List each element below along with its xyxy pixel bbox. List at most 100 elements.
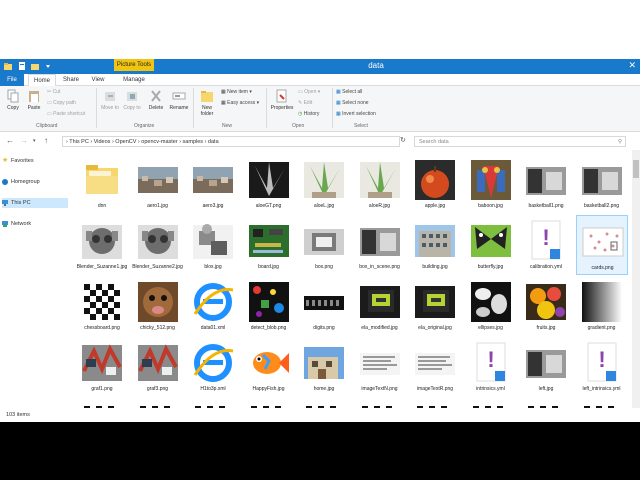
image-thumbnail	[80, 341, 124, 385]
new-folder-button[interactable]: New folder	[196, 89, 218, 117]
paste-button[interactable]: Paste	[25, 89, 43, 111]
search-input[interactable]: Search data ⚲	[414, 136, 626, 147]
select-none-button[interactable]: ▦ Select none	[336, 100, 369, 106]
nav-item-this-pc[interactable]: This PC	[2, 198, 68, 208]
file-item[interactable]: Blender_Suzanne1.jpg	[76, 215, 128, 275]
vertical-scrollbar[interactable]	[632, 150, 640, 408]
file-item[interactable]: aloeR.jpg	[354, 154, 406, 214]
file-item[interactable]: cards.png	[575, 215, 628, 275]
file-item[interactable]	[520, 398, 572, 408]
tab-file[interactable]: File	[0, 74, 24, 86]
up-arrow-icon[interactable]: ↑	[44, 136, 48, 145]
image-thumbnail	[136, 158, 180, 202]
properties-button[interactable]: Properties	[268, 89, 296, 111]
file-item[interactable]	[576, 398, 628, 408]
copy-to-button[interactable]: Copy to	[122, 89, 142, 111]
file-item[interactable]: box.png	[298, 215, 350, 275]
tab-home[interactable]: Home	[28, 74, 56, 86]
new-item-button[interactable]: ▦ New item ▾	[221, 89, 252, 95]
refresh-icon[interactable]: ↻	[400, 136, 406, 144]
move-to-button[interactable]: Move to	[100, 89, 120, 111]
file-item[interactable]	[187, 398, 239, 408]
file-item[interactable]	[465, 398, 517, 408]
close-icon[interactable]: ✕	[628, 60, 636, 71]
copy-path-button[interactable]: ▭ Copy path	[47, 100, 76, 106]
file-item[interactable]: aero3.jpg	[187, 154, 239, 214]
tab-view[interactable]: View	[86, 74, 110, 86]
navigation-pane: ★ Favorites Homegroup This PC Network	[0, 150, 72, 408]
file-name: detect_blob.png	[250, 325, 287, 331]
file-item[interactable]: baboon.jpg	[465, 154, 517, 214]
file-item[interactable]: ! intrinsics.yml	[465, 337, 517, 397]
scrollbar-thumb[interactable]	[633, 160, 639, 178]
nav-item-network[interactable]: Network	[2, 219, 68, 229]
tab-share[interactable]: Share	[58, 74, 84, 86]
file-item[interactable]: box_in_scene.png	[354, 215, 406, 275]
file-item[interactable]: data01.xml	[187, 276, 239, 336]
file-item[interactable]: graf1.png	[76, 337, 128, 397]
file-item[interactable]: aero1.jpg	[132, 154, 184, 214]
file-item[interactable]: dnn	[76, 154, 128, 214]
file-item[interactable]: digits.png	[298, 276, 350, 336]
file-item[interactable]: butterfly.jpg	[465, 215, 517, 275]
file-name: imageTextN.png	[361, 386, 398, 392]
recent-locations-chevron-icon[interactable]: ▾	[33, 138, 36, 144]
file-item[interactable]	[132, 398, 184, 408]
easy-access-button[interactable]: ▦ Easy access ▾	[221, 100, 259, 106]
history-button[interactable]: ◷ History	[298, 111, 319, 117]
file-item[interactable]: building.jpg	[409, 215, 461, 275]
item-count: 103 items	[6, 412, 30, 418]
file-item[interactable]: fruits.jpg	[520, 276, 572, 336]
breadcrumb[interactable]: › This PC › Videos › OpenCV › opencv-mas…	[62, 136, 400, 147]
file-item[interactable]: blox.jpg	[187, 215, 239, 275]
invert-selection-button[interactable]: ▦ Invert selection	[336, 111, 376, 117]
paste-shortcut-button[interactable]: ▭ Paste shortcut	[47, 111, 85, 117]
file-item[interactable]: basketball1.png	[520, 154, 572, 214]
file-item[interactable]: aloeL.jpg	[298, 154, 350, 214]
file-item[interactable]: board.jpg	[243, 215, 295, 275]
image-thumbnail	[581, 220, 625, 264]
file-name: butterfly.jpg	[477, 264, 504, 270]
rename-button[interactable]: Rename	[168, 89, 190, 111]
paste-icon	[29, 91, 39, 102]
file-item[interactable]: apple.jpg	[409, 154, 461, 214]
tab-manage[interactable]: Manage	[116, 74, 152, 86]
file-item[interactable]: ellipses.jpg	[465, 276, 517, 336]
file-item[interactable]: imageTextR.png	[409, 337, 461, 397]
edit-button[interactable]: ✎ Edit	[298, 100, 312, 106]
nav-item-homegroup[interactable]: Homegroup	[2, 177, 68, 187]
file-item[interactable]: home.jpg	[298, 337, 350, 397]
file-item[interactable]: ela_original.jpg	[409, 276, 461, 336]
file-item[interactable]: chicky_512.png	[132, 276, 184, 336]
back-arrow-icon[interactable]: ←	[6, 136, 14, 145]
nav-item-favorites[interactable]: ★ Favorites	[2, 156, 68, 166]
select-all-button[interactable]: ▦ Select all	[336, 89, 362, 95]
image-thumbnail	[358, 219, 402, 263]
file-item[interactable]: left.jpg	[520, 337, 572, 397]
file-item[interactable]: H1to3p.xml	[187, 337, 239, 397]
file-item[interactable]	[298, 398, 350, 408]
file-item[interactable]: chessboard.png	[76, 276, 128, 336]
forward-arrow-icon[interactable]: →	[20, 136, 28, 145]
file-item[interactable]: imageTextN.png	[354, 337, 406, 397]
file-item[interactable]	[76, 398, 128, 408]
file-item[interactable]: gradient.png	[576, 276, 628, 336]
delete-button[interactable]: Delete	[146, 89, 166, 111]
open-button[interactable]: ▭ Open ▾	[298, 89, 320, 95]
file-item[interactable]	[243, 398, 295, 408]
file-item[interactable]: ela_modified.jpg	[354, 276, 406, 336]
file-item[interactable]: ! left_intrinsics.yml	[576, 337, 628, 397]
cut-button[interactable]: ✂ Cut	[47, 89, 60, 95]
copy-button[interactable]: Copy	[4, 89, 22, 111]
file-item[interactable]: HappyFish.jpg	[243, 337, 295, 397]
file-name: fruits.jpg	[536, 325, 556, 331]
file-item[interactable]: ! calibration.yml	[520, 215, 572, 275]
file-item[interactable]: detect_blob.png	[243, 276, 295, 336]
file-item[interactable]	[354, 398, 406, 408]
file-item[interactable]: graf3.png	[132, 337, 184, 397]
file-item[interactable]: Blender_Suzanne2.jpg	[132, 215, 184, 275]
image-thumbnail	[469, 219, 513, 263]
file-item[interactable]: aloeGT.png	[243, 154, 295, 214]
file-item[interactable]	[409, 398, 461, 408]
file-item[interactable]: basketball2.png	[576, 154, 628, 214]
